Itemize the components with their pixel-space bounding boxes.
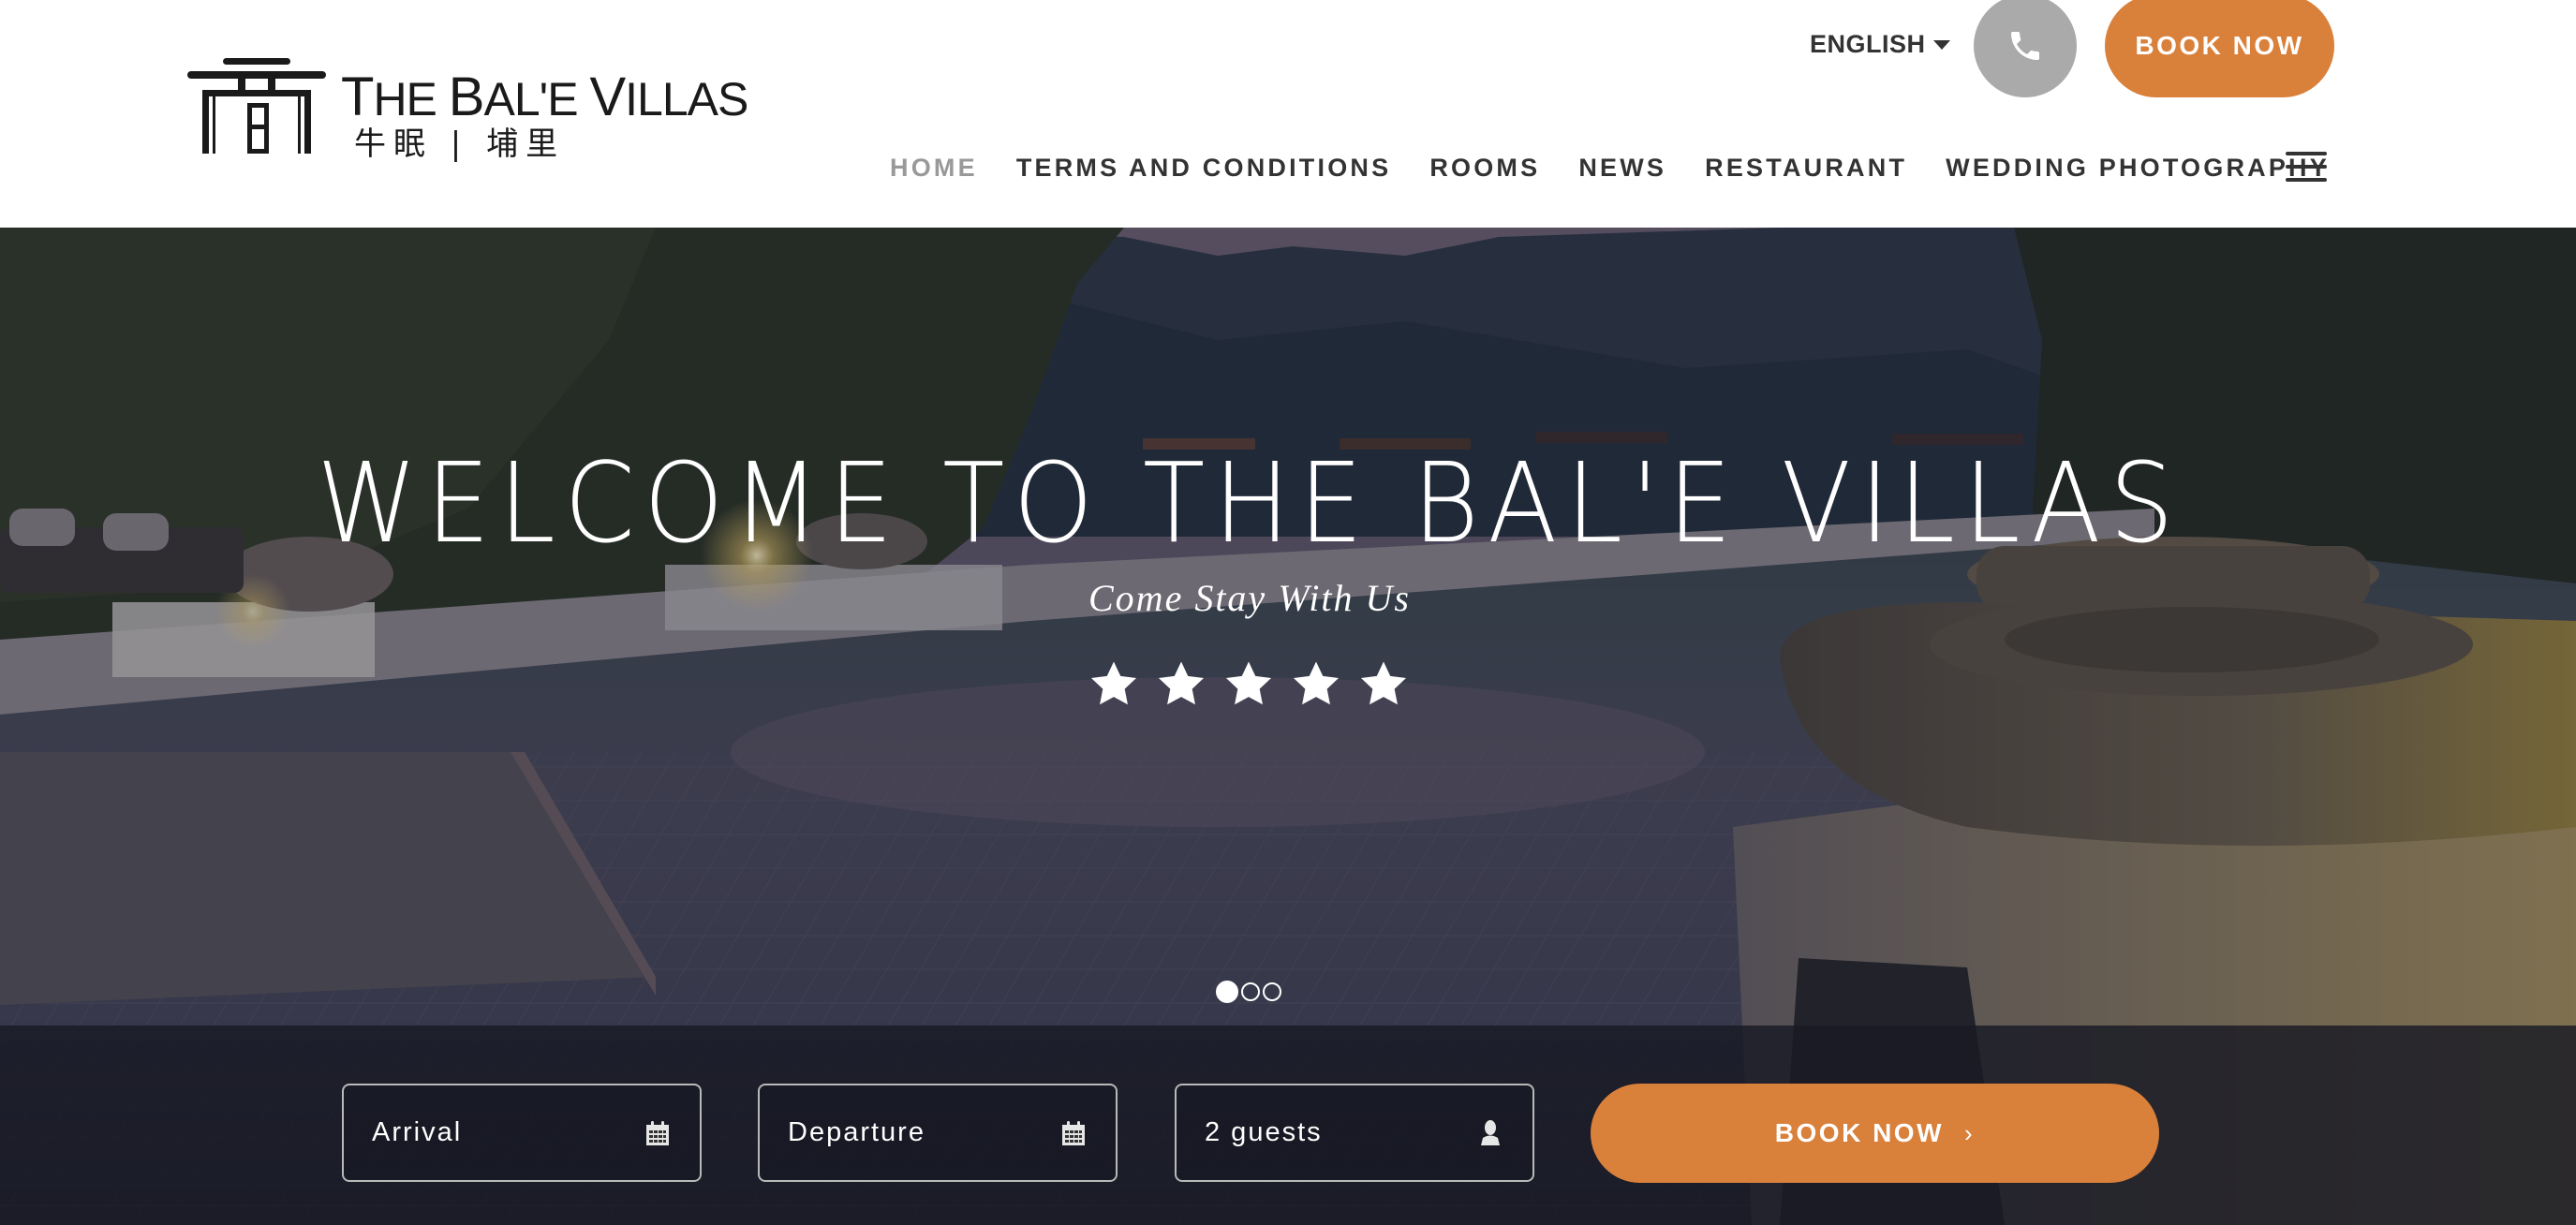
slider-dot-1[interactable]	[1216, 981, 1238, 1003]
user-icon	[1476, 1119, 1504, 1147]
nav-item-rooms[interactable]: ROOMS	[1429, 154, 1540, 183]
slider-pagination	[1216, 981, 1281, 1003]
arrival-date-value: Arrival	[372, 1117, 463, 1147]
book-now-submit-button[interactable]: BOOK NOW ›	[1591, 1084, 2159, 1183]
nav-item-restaurant[interactable]: RESTAURANT	[1705, 154, 1907, 183]
star-icon	[1158, 661, 1205, 705]
star-icon	[1090, 661, 1137, 705]
hero-subtitle: Come Stay With Us	[1088, 577, 1411, 619]
guests-value: 2 guests	[1205, 1117, 1323, 1147]
caret-down-icon	[1932, 39, 1950, 50]
arrival-date-field[interactable]: Arrival	[342, 1084, 702, 1182]
language-label: ENGLISH	[1810, 30, 1926, 58]
logo-letter: V	[589, 66, 626, 127]
star-icon	[1360, 661, 1407, 705]
book-now-header-button[interactable]: BOOK NOW	[2105, 0, 2334, 97]
phone-icon	[2011, 32, 2039, 60]
star-icon	[1293, 661, 1340, 705]
main-nav: HOME TERMS AND CONDITIONS ROOMS NEWS RES…	[890, 150, 2368, 185]
hamburger-line	[2286, 152, 2327, 155]
guests-field[interactable]: 2 guests	[1175, 1084, 1534, 1182]
hamburger-line	[2286, 178, 2327, 182]
departure-date-field[interactable]: Departure	[758, 1084, 1118, 1182]
slider-dot-3[interactable]	[1263, 982, 1281, 1001]
chevron-right-icon: ›	[1964, 1118, 1976, 1147]
book-now-label: BOOK NOW	[1774, 1118, 1945, 1147]
phone-button[interactable]	[1974, 0, 2077, 97]
booking-bar: Arrival Departure 2 guests BOOK NOW ›	[0, 1026, 2576, 1225]
calendar-icon	[644, 1119, 672, 1147]
logo-subtitle: 牛眠 | 埔里	[354, 125, 566, 163]
logo-letters: ILLAS	[625, 73, 748, 125]
language-selector[interactable]: ENGLISH	[1810, 30, 1950, 59]
hero-title: WELCOME TO THE BAL'E VILLAS	[317, 438, 2183, 568]
slider-dot-2[interactable]	[1241, 982, 1260, 1001]
calendar-icon	[1059, 1119, 1088, 1147]
nav-item-home[interactable]: HOME	[890, 154, 978, 183]
site-header: THE BAL'E VILLAS 牛眠 | 埔里 ENGLISH BOOK NO…	[0, 0, 2576, 228]
nav-item-news[interactable]: NEWS	[1578, 154, 1666, 183]
logo[interactable]: THE BAL'E VILLAS 牛眠 | 埔里	[185, 56, 748, 163]
star-rating	[1087, 658, 1411, 711]
departure-date-value: Departure	[788, 1117, 925, 1147]
nav-item-wedding-photography[interactable]: WEDDING PHOTOGRAPHY	[1946, 154, 2330, 183]
hamburger-menu-icon[interactable]	[2286, 152, 2327, 182]
star-icon	[1225, 661, 1272, 705]
nav-item-terms-and-conditions[interactable]: TERMS AND CONDITIONS	[1016, 154, 1392, 183]
hamburger-line	[2286, 165, 2327, 169]
logo-mark-icon	[187, 58, 326, 154]
